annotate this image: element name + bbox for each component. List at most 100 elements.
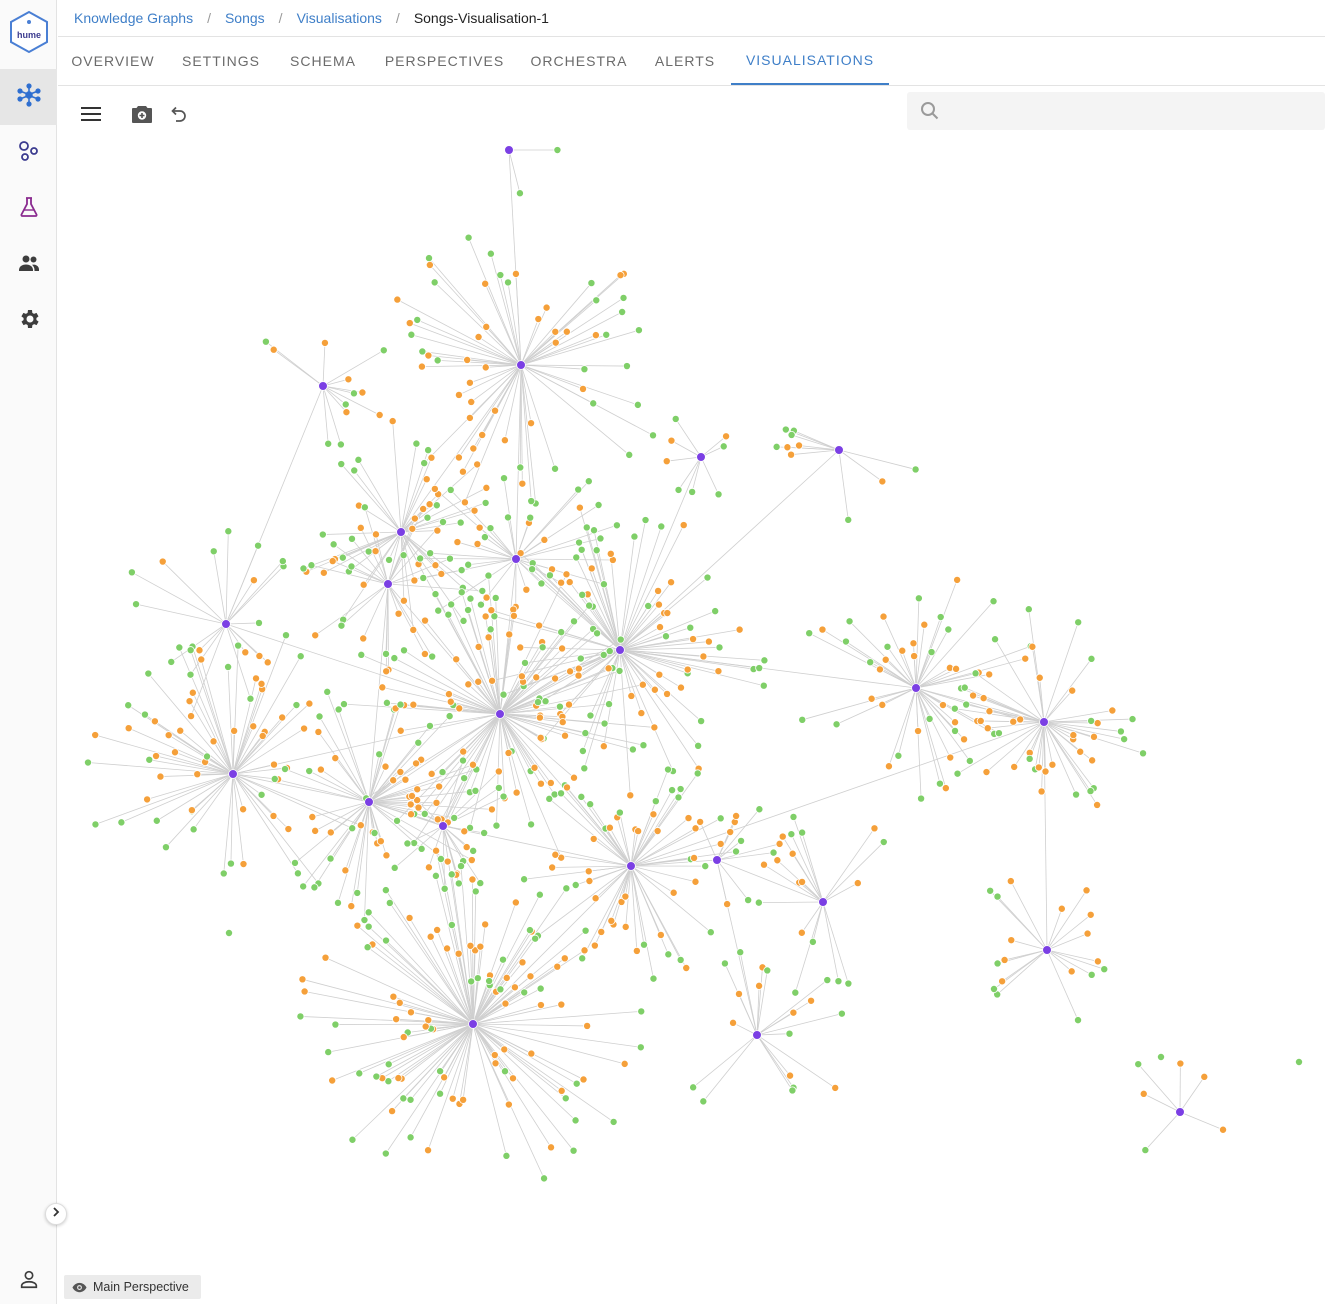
graph-node-orange[interactable] bbox=[704, 637, 713, 646]
graph-node-green[interactable] bbox=[711, 607, 720, 616]
graph-node-green[interactable] bbox=[484, 571, 493, 580]
graph-node-green[interactable] bbox=[469, 846, 478, 855]
graph-node-orange[interactable] bbox=[953, 575, 962, 584]
graph-node-orange[interactable] bbox=[326, 828, 335, 837]
graph-node-orange[interactable] bbox=[258, 731, 267, 740]
graph-node-orange[interactable] bbox=[669, 888, 678, 897]
graph-node-orange[interactable] bbox=[716, 839, 725, 848]
graph-node-orange[interactable] bbox=[510, 983, 519, 992]
graph-node-green[interactable] bbox=[636, 1043, 645, 1052]
graph-node-orange[interactable] bbox=[405, 913, 414, 922]
graph-node-orange[interactable] bbox=[557, 1086, 566, 1095]
graph-node-green[interactable] bbox=[527, 497, 536, 506]
graph-node-green[interactable] bbox=[991, 635, 1000, 644]
graph-node-green[interactable] bbox=[445, 712, 454, 721]
graph-node-orange[interactable] bbox=[430, 484, 439, 493]
graph-node-green[interactable] bbox=[431, 871, 440, 880]
graph-node-orange[interactable] bbox=[424, 1146, 433, 1155]
graph-node-orange[interactable] bbox=[482, 593, 491, 602]
graph-node-orange[interactable] bbox=[691, 824, 700, 833]
graph-node-orange[interactable] bbox=[468, 760, 477, 769]
graph-node-orange[interactable] bbox=[417, 362, 426, 371]
graph-node-orange[interactable] bbox=[735, 625, 744, 634]
graph-node-orange[interactable] bbox=[914, 727, 923, 736]
graph-node-orange[interactable] bbox=[409, 700, 418, 709]
graph-node-orange[interactable] bbox=[982, 768, 991, 777]
graph-node-green[interactable] bbox=[336, 440, 345, 449]
graph-node-green[interactable] bbox=[281, 765, 290, 774]
graph-node-green[interactable] bbox=[571, 881, 580, 890]
graph-node-orange[interactable] bbox=[481, 363, 490, 372]
graph-node-orange[interactable] bbox=[884, 762, 893, 771]
graph-node-orange[interactable] bbox=[488, 676, 497, 685]
graph-node-green[interactable] bbox=[257, 790, 266, 799]
graph-node-green[interactable] bbox=[625, 450, 634, 459]
graph-node-green[interactable] bbox=[1128, 715, 1137, 724]
graph-node-green[interactable] bbox=[485, 977, 494, 986]
graph-node-orange[interactable] bbox=[446, 697, 455, 706]
graph-node-green[interactable] bbox=[1295, 1058, 1304, 1067]
graph-node-orange[interactable] bbox=[467, 397, 476, 406]
graph-node-orange[interactable] bbox=[683, 665, 692, 674]
graph-node-orange[interactable] bbox=[1089, 732, 1098, 741]
graph-node-green[interactable] bbox=[459, 616, 468, 625]
graph-node-orange[interactable] bbox=[395, 998, 404, 1007]
graph-node-green[interactable] bbox=[599, 580, 608, 589]
graph-node-orange[interactable] bbox=[474, 332, 483, 341]
graph-hub-node[interactable] bbox=[1175, 1107, 1185, 1117]
graph-node-orange[interactable] bbox=[663, 689, 672, 698]
graph-node-green[interactable] bbox=[528, 565, 537, 574]
graph-node-green[interactable] bbox=[430, 278, 439, 287]
graph-node-orange[interactable] bbox=[188, 688, 197, 697]
graph-node-green[interactable] bbox=[246, 694, 255, 703]
graph-node-orange[interactable] bbox=[540, 535, 549, 544]
graph-node-orange[interactable] bbox=[396, 768, 405, 777]
graph-node-orange[interactable] bbox=[187, 806, 196, 815]
graph-node-orange[interactable] bbox=[1086, 910, 1095, 919]
graph-node-green[interactable] bbox=[381, 649, 390, 658]
graph-node-green[interactable] bbox=[364, 547, 373, 556]
graph-node-orange[interactable] bbox=[575, 503, 584, 512]
graph-node-orange[interactable] bbox=[969, 691, 978, 700]
graph-node-orange[interactable] bbox=[536, 733, 545, 742]
graph-node-orange[interactable] bbox=[170, 748, 179, 757]
graph-node-orange[interactable] bbox=[431, 561, 440, 570]
graph-node-green[interactable] bbox=[639, 741, 648, 750]
graph-node-orange[interactable] bbox=[723, 900, 732, 909]
graph-node-green[interactable] bbox=[526, 513, 535, 522]
graph-node-green[interactable] bbox=[353, 888, 362, 897]
graph-node-orange[interactable] bbox=[389, 992, 398, 1001]
graph-node-orange[interactable] bbox=[773, 856, 782, 865]
graph-node-green[interactable] bbox=[589, 399, 598, 408]
graph-node-green[interactable] bbox=[602, 330, 611, 339]
graph-node-orange[interactable] bbox=[470, 506, 479, 515]
graph-node-orange[interactable] bbox=[408, 524, 417, 533]
graph-node-green[interactable] bbox=[414, 738, 423, 747]
graph-node-green[interactable] bbox=[446, 485, 455, 494]
graph-node-orange[interactable] bbox=[1016, 715, 1025, 724]
graph-node-orange[interactable] bbox=[878, 700, 887, 709]
graph-node-orange[interactable] bbox=[454, 453, 463, 462]
graph-node-orange[interactable] bbox=[257, 679, 266, 688]
graph-node-green[interactable] bbox=[396, 700, 405, 709]
graph-node-green[interactable] bbox=[527, 820, 536, 829]
graph-node-green[interactable] bbox=[1141, 1146, 1150, 1155]
graph-node-orange[interactable] bbox=[606, 549, 615, 558]
graph-node-green[interactable] bbox=[486, 249, 495, 258]
graph-node-orange[interactable] bbox=[656, 930, 665, 939]
graph-node-green[interactable] bbox=[270, 774, 279, 783]
graph-node-orange[interactable] bbox=[1069, 731, 1078, 740]
graph-node-orange[interactable] bbox=[979, 694, 988, 703]
graph-node-orange[interactable] bbox=[558, 718, 567, 727]
graph-node-green[interactable] bbox=[676, 785, 685, 794]
graph-node-orange[interactable] bbox=[321, 953, 330, 962]
graph-node-green[interactable] bbox=[571, 1116, 580, 1125]
graph-node-green[interactable] bbox=[575, 538, 584, 547]
graph-node-orange[interactable] bbox=[468, 875, 477, 884]
graph-node-orange[interactable] bbox=[1083, 929, 1092, 938]
graph-node-orange[interactable] bbox=[393, 295, 402, 304]
graph-node-green[interactable] bbox=[841, 637, 850, 646]
graph-node-orange[interactable] bbox=[637, 709, 646, 718]
graph-node-green[interactable] bbox=[914, 594, 923, 603]
graph-node-green[interactable] bbox=[600, 719, 609, 728]
